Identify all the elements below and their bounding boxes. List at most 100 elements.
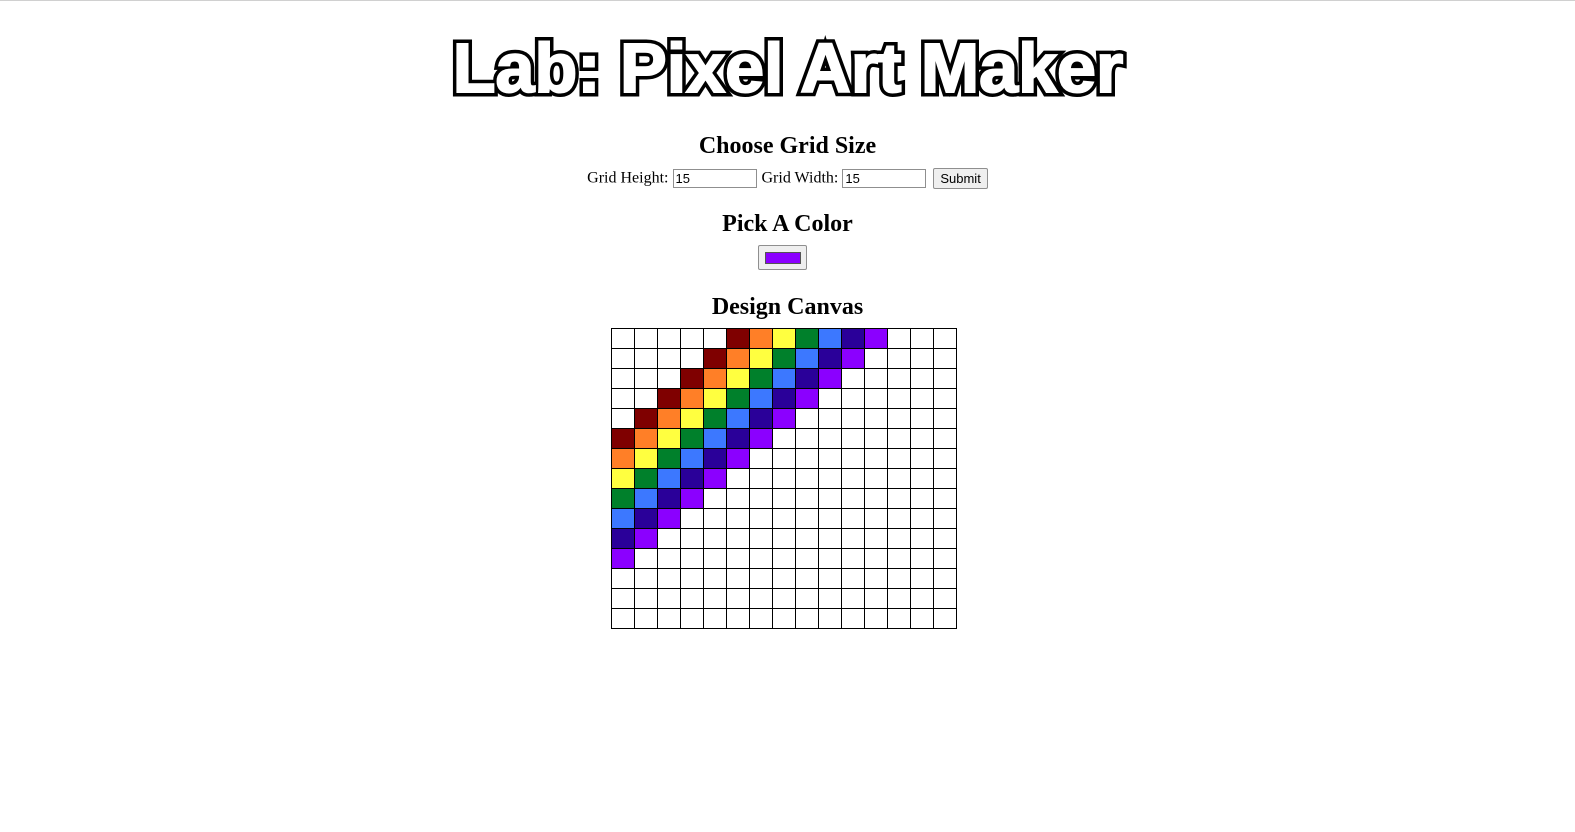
pixel-cell[interactable] xyxy=(841,608,865,629)
pixel-cell[interactable] xyxy=(726,368,750,389)
pixel-cell[interactable] xyxy=(680,408,704,429)
pixel-cell[interactable] xyxy=(910,448,934,469)
pixel-cell[interactable] xyxy=(933,328,957,349)
pixel-cell[interactable] xyxy=(772,328,796,349)
pixel-cell[interactable] xyxy=(772,528,796,549)
pixel-cell[interactable] xyxy=(795,488,819,509)
pixel-cell[interactable] xyxy=(795,448,819,469)
pixel-cell[interactable] xyxy=(887,448,911,469)
pixel-cell[interactable] xyxy=(634,468,658,489)
pixel-cell[interactable] xyxy=(841,368,865,389)
pixel-cell[interactable] xyxy=(910,428,934,449)
pixel-cell[interactable] xyxy=(795,548,819,569)
pixel-cell[interactable] xyxy=(611,588,635,609)
pixel-cell[interactable] xyxy=(864,568,888,589)
pixel-cell[interactable] xyxy=(680,568,704,589)
pixel-cell[interactable] xyxy=(703,548,727,569)
pixel-cell[interactable] xyxy=(818,428,842,449)
pixel-cell[interactable] xyxy=(611,348,635,369)
pixel-cell[interactable] xyxy=(818,408,842,429)
pixel-cell[interactable] xyxy=(634,348,658,369)
pixel-cell[interactable] xyxy=(657,428,681,449)
pixel-cell[interactable] xyxy=(726,508,750,529)
pixel-cell[interactable] xyxy=(841,548,865,569)
pixel-cell[interactable] xyxy=(749,448,773,469)
pixel-cell[interactable] xyxy=(749,408,773,429)
pixel-cell[interactable] xyxy=(657,468,681,489)
pixel-cell[interactable] xyxy=(910,468,934,489)
pixel-cell[interactable] xyxy=(634,548,658,569)
pixel-cell[interactable] xyxy=(795,568,819,589)
pixel-cell[interactable] xyxy=(795,388,819,409)
pixel-cell[interactable] xyxy=(818,488,842,509)
pixel-cell[interactable] xyxy=(749,588,773,609)
pixel-cell[interactable] xyxy=(611,548,635,569)
pixel-cell[interactable] xyxy=(726,428,750,449)
pixel-cell[interactable] xyxy=(841,508,865,529)
pixel-cell[interactable] xyxy=(703,568,727,589)
pixel-cell[interactable] xyxy=(657,368,681,389)
pixel-cell[interactable] xyxy=(611,508,635,529)
pixel-cell[interactable] xyxy=(933,448,957,469)
pixel-cell[interactable] xyxy=(887,328,911,349)
pixel-cell[interactable] xyxy=(611,608,635,629)
pixel-cell[interactable] xyxy=(910,608,934,629)
pixel-cell[interactable] xyxy=(864,368,888,389)
pixel-cell[interactable] xyxy=(657,508,681,529)
pixel-cell[interactable] xyxy=(703,508,727,529)
pixel-cell[interactable] xyxy=(887,348,911,369)
pixel-cell[interactable] xyxy=(887,528,911,549)
pixel-cell[interactable] xyxy=(910,528,934,549)
pixel-cell[interactable] xyxy=(933,388,957,409)
pixel-cell[interactable] xyxy=(772,408,796,429)
pixel-cell[interactable] xyxy=(726,608,750,629)
pixel-cell[interactable] xyxy=(864,328,888,349)
pixel-cell[interactable] xyxy=(933,488,957,509)
pixel-cell[interactable] xyxy=(864,508,888,529)
pixel-cell[interactable] xyxy=(726,468,750,489)
pixel-cell[interactable] xyxy=(680,448,704,469)
pixel-cell[interactable] xyxy=(703,448,727,469)
pixel-cell[interactable] xyxy=(864,488,888,509)
pixel-cell[interactable] xyxy=(841,468,865,489)
pixel-cell[interactable] xyxy=(910,388,934,409)
pixel-cell[interactable] xyxy=(795,328,819,349)
pixel-cell[interactable] xyxy=(864,388,888,409)
pixel-cell[interactable] xyxy=(726,548,750,569)
pixel-cell[interactable] xyxy=(910,488,934,509)
pixel-cell[interactable] xyxy=(611,388,635,409)
pixel-cell[interactable] xyxy=(611,328,635,349)
pixel-cell[interactable] xyxy=(726,488,750,509)
pixel-cell[interactable] xyxy=(933,588,957,609)
pixel-cell[interactable] xyxy=(703,488,727,509)
pixel-cell[interactable] xyxy=(887,548,911,569)
pixel-cell[interactable] xyxy=(910,408,934,429)
pixel-cell[interactable] xyxy=(680,468,704,489)
pixel-cell[interactable] xyxy=(657,408,681,429)
pixel-cell[interactable] xyxy=(749,568,773,589)
pixel-cell[interactable] xyxy=(657,568,681,589)
pixel-cell[interactable] xyxy=(910,508,934,529)
pixel-cell[interactable] xyxy=(887,508,911,529)
pixel-cell[interactable] xyxy=(818,468,842,489)
pixel-cell[interactable] xyxy=(680,528,704,549)
pixel-cell[interactable] xyxy=(726,388,750,409)
pixel-cell[interactable] xyxy=(795,508,819,529)
pixel-cell[interactable] xyxy=(703,588,727,609)
pixel-cell[interactable] xyxy=(657,588,681,609)
pixel-cell[interactable] xyxy=(841,328,865,349)
pixel-cell[interactable] xyxy=(703,428,727,449)
pixel-cell[interactable] xyxy=(657,548,681,569)
pixel-cell[interactable] xyxy=(611,488,635,509)
pixel-cell[interactable] xyxy=(795,608,819,629)
pixel-cell[interactable] xyxy=(611,468,635,489)
pixel-cell[interactable] xyxy=(818,548,842,569)
pixel-cell[interactable] xyxy=(772,388,796,409)
pixel-cell[interactable] xyxy=(749,328,773,349)
pixel-cell[interactable] xyxy=(680,548,704,569)
pixel-cell[interactable] xyxy=(795,588,819,609)
grid-height-input[interactable] xyxy=(672,168,757,188)
pixel-cell[interactable] xyxy=(887,488,911,509)
pixel-cell[interactable] xyxy=(864,428,888,449)
submit-button[interactable]: Submit xyxy=(933,167,988,189)
